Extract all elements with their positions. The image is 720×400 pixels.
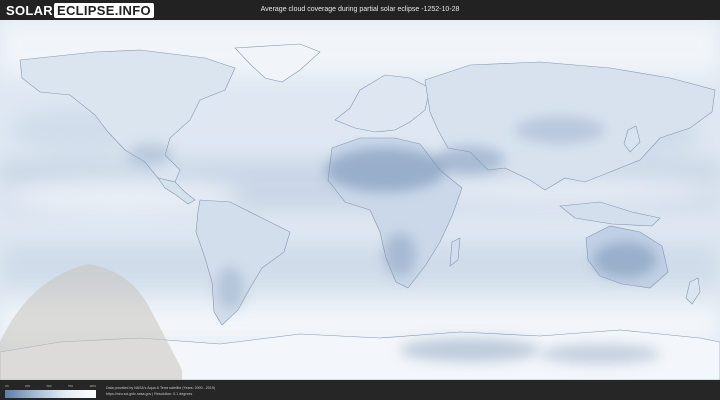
page: SOLAR ECLIPSE.INFO Average cloud coverag… bbox=[0, 0, 720, 400]
scale-ticks: 0% 25% 50% 75% 100% bbox=[5, 385, 96, 389]
scale-tick: 50% bbox=[46, 385, 52, 388]
scale-tick: 100% bbox=[89, 385, 96, 388]
scale-tick: 75% bbox=[67, 385, 74, 388]
scale-gradient-bar bbox=[5, 390, 96, 398]
header-bar: SOLAR ECLIPSE.INFO Average cloud coverag… bbox=[0, 0, 720, 20]
credits-line-2[interactable]: https://neo.sci.gsfc.nasa.gov | Resoluti… bbox=[106, 391, 215, 397]
scale-tick: 0% bbox=[5, 385, 9, 388]
page-title: Average cloud coverage during partial so… bbox=[260, 6, 460, 13]
cloud-coverage-map bbox=[0, 20, 720, 380]
data-credits: Data provided by NASA's Aqua & Terra sat… bbox=[106, 385, 215, 397]
scale-tick: 25% bbox=[25, 385, 31, 388]
cloud-scale-legend: 0% 25% 50% 75% 100% bbox=[5, 385, 96, 398]
